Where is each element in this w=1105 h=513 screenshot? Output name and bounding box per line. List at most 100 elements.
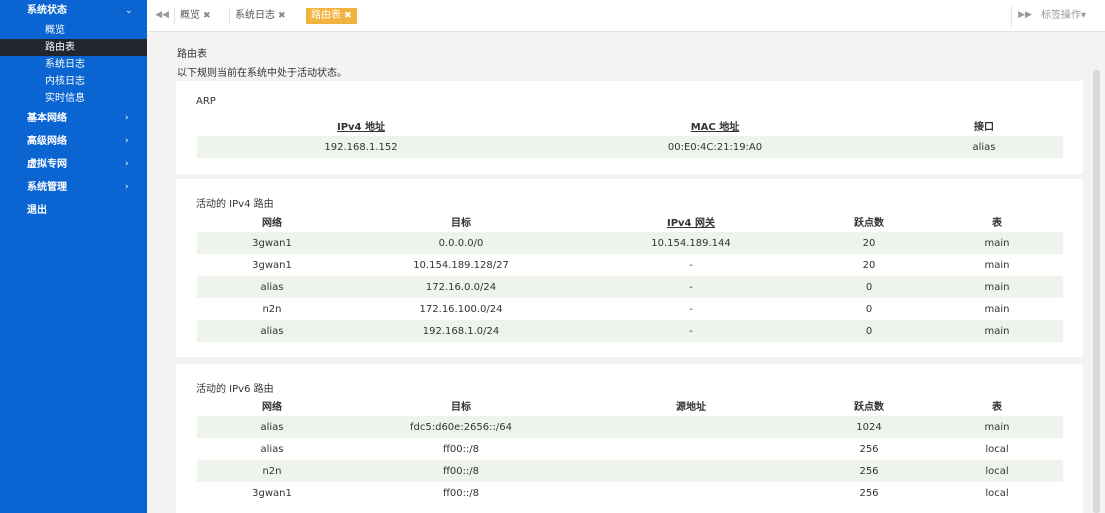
table-cell: 172.16.100.0/24	[419, 303, 503, 315]
table-cell: 0.0.0.0/0	[347, 232, 575, 254]
table-cell: -	[689, 303, 693, 315]
ipv6-routes-table: 网络 目标 源地址 跃点数 表 alias fdc5:d60e:2656::/6…	[197, 394, 1063, 504]
chevron-right-icon: ›	[125, 159, 129, 169]
table-cell: 10.154.189.144	[575, 232, 807, 254]
table-cell: 256	[807, 460, 931, 482]
ipv6-routes-title: 活动的 IPv6 路由	[196, 384, 274, 395]
table-cell: 3gwan1	[252, 487, 292, 499]
sub-item-overview[interactable]: 概览	[0, 22, 147, 39]
table-cell: n2n	[197, 460, 347, 482]
table-cell: 192.168.1.152	[197, 136, 525, 158]
tab-operations-dropdown[interactable]: 标签操作▾	[1041, 8, 1086, 24]
page-description: 以下规则当前在系统中处于活动状态。	[177, 68, 347, 79]
close-icon[interactable]: ✖	[203, 11, 211, 21]
nav-label: 高级网络	[27, 136, 67, 147]
nav-label: 退出	[27, 205, 47, 216]
column-header[interactable]: 表	[931, 210, 1063, 232]
column-header[interactable]: IPv4 网关	[575, 210, 807, 232]
column-header[interactable]: 跃点数	[807, 210, 931, 232]
table-header-row: IPv4 地址 MAC 地址 接口	[197, 114, 1063, 136]
nav-advanced-network[interactable]: 高级网络 ›	[0, 130, 147, 153]
table-cell: local	[985, 487, 1009, 499]
nav-vpn[interactable]: 虚拟专网 ›	[0, 153, 147, 176]
nav-system-status[interactable]: 系统状态 ⌄	[0, 0, 147, 22]
table-cell: main	[931, 276, 1063, 298]
nav-label: 虚拟专网	[27, 159, 67, 170]
table-cell: n2n	[262, 303, 282, 315]
table-row: n2n ff00::/8 256 local	[197, 460, 1063, 482]
table-row: 3gwan1 10.154.189.128/27 - 20 main	[197, 254, 1063, 276]
column-header[interactable]: 接口	[905, 114, 1063, 136]
table-header-row: 网络 目标 IPv4 网关 跃点数 表	[197, 210, 1063, 232]
table-cell: alias	[197, 416, 347, 438]
table-row: alias 192.168.1.0/24 - 0 main	[197, 320, 1063, 342]
tab-syslog[interactable]: 系统日志 ✖	[229, 8, 291, 24]
nav-label: 系统状态	[27, 5, 67, 16]
chevron-right-icon: ›	[125, 136, 129, 146]
table-cell: 3gwan1	[252, 259, 292, 271]
page-title: 路由表	[177, 49, 207, 60]
ipv6-routes-panel: 活动的 IPv6 路由 网络 目标 源地址 跃点数 表 alias fdc5:d…	[176, 364, 1083, 513]
sub-item-realtime[interactable]: 实时信息	[0, 90, 147, 107]
main-content: 路由表 以下规则当前在系统中处于活动状态。 ARP IPv4 地址 MAC 地址…	[147, 32, 1105, 513]
tabs-scroll-left-icon[interactable]: ◀◀	[152, 8, 172, 22]
tabs-scroll-right-icon[interactable]: ▶▶	[1015, 8, 1035, 22]
nav-logout[interactable]: 退出	[0, 199, 147, 222]
table-cell	[575, 482, 807, 504]
table-cell: 256	[859, 487, 879, 499]
table-cell: alias	[905, 136, 1063, 158]
divider	[1011, 6, 1012, 28]
table-cell: alias	[197, 276, 347, 298]
table-cell: alias	[260, 443, 284, 455]
table-cell: local	[985, 443, 1009, 455]
table-cell: ff00::/8	[347, 460, 575, 482]
chevron-right-icon: ›	[125, 182, 129, 192]
app-window: 系统状态 ⌄ 概览 路由表 系统日志 内核日志 实时信息 基本网络 › 高级网络…	[0, 0, 1105, 513]
table-cell: fdc5:d60e:2656::/64	[347, 416, 575, 438]
column-header[interactable]: MAC 地址	[525, 114, 905, 136]
nav-basic-network[interactable]: 基本网络 ›	[0, 107, 147, 130]
column-header[interactable]: 目标	[347, 210, 575, 232]
table-cell: local	[931, 460, 1063, 482]
nav-label: 基本网络	[27, 113, 67, 124]
table-cell	[575, 460, 807, 482]
arp-panel: ARP IPv4 地址 MAC 地址 接口 192.168.1.152 00:E…	[176, 81, 1083, 174]
table-cell: main	[984, 303, 1010, 315]
chevron-right-icon: ›	[125, 113, 129, 123]
ipv4-routes-title: 活动的 IPv4 路由	[196, 199, 274, 210]
nav-label: 系统管理	[27, 182, 67, 193]
table-cell: 10.154.189.128/27	[413, 259, 509, 271]
table-cell: 1024	[807, 416, 931, 438]
table-row: 192.168.1.152 00:E0:4C:21:19:A0 alias	[197, 136, 1063, 158]
tab-overview[interactable]: 概览 ✖	[174, 8, 216, 24]
column-header[interactable]: 表	[931, 394, 1063, 416]
table-row: 3gwan1 ff00::/8 256 local	[197, 482, 1063, 504]
column-header[interactable]: 跃点数	[807, 394, 931, 416]
sub-item-syslog[interactable]: 系统日志	[0, 56, 147, 73]
table-cell: 20	[807, 232, 931, 254]
column-header[interactable]: 源地址	[575, 394, 807, 416]
tab-label: 概览	[180, 10, 200, 21]
tab-routes[interactable]: 路由表 ✖	[306, 8, 357, 24]
column-header[interactable]: 网络	[197, 210, 347, 232]
table-row: n2n 172.16.100.0/24 - 0 main	[197, 298, 1063, 320]
table-cell: 20	[862, 259, 876, 271]
table-cell	[575, 438, 807, 460]
close-icon[interactable]: ✖	[278, 11, 286, 21]
table-cell: 00:E0:4C:21:19:A0	[525, 136, 905, 158]
table-row: 3gwan1 0.0.0.0/0 10.154.189.144 20 main	[197, 232, 1063, 254]
vertical-scrollbar[interactable]	[1093, 70, 1100, 513]
table-cell: 192.168.1.0/24	[347, 320, 575, 342]
sub-item-routes[interactable]: 路由表	[0, 39, 147, 56]
table-cell	[575, 416, 807, 438]
table-header-row: 网络 目标 源地址 跃点数 表	[197, 394, 1063, 416]
nav-system-admin[interactable]: 系统管理 ›	[0, 176, 147, 199]
column-header[interactable]: 网络	[197, 394, 347, 416]
column-header[interactable]: 目标	[347, 394, 575, 416]
sub-item-kernel-log[interactable]: 内核日志	[0, 73, 147, 90]
close-icon[interactable]: ✖	[344, 11, 352, 21]
column-header[interactable]: IPv4 地址	[197, 114, 525, 136]
table-cell: main	[931, 416, 1063, 438]
table-cell: 0	[865, 303, 873, 315]
table-cell: -	[575, 276, 807, 298]
